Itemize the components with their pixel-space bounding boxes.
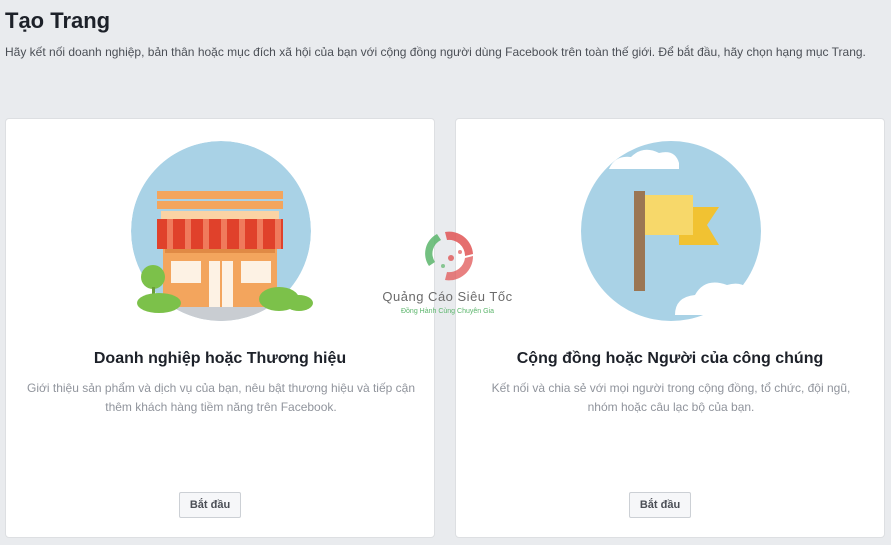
card-description: Kết nối và chia sẻ với mọi người trong c… (491, 381, 851, 414)
card-title: Cộng đồng hoặc Người của công chúng (516, 350, 824, 367)
create-page-screen: Tạo Trang Hãy kết nối doanh nghiệp, bản … (0, 0, 891, 545)
community-public-figure-card[interactable]: Cộng đồng hoặc Người của công chúng Kết … (455, 118, 885, 538)
card-title: Doanh nghiệp hoặc Thương hiệu (93, 350, 347, 367)
storefront-icon (131, 141, 313, 321)
card-description: Giới thiệu sản phẩm và dịch vụ của bạn, … (26, 381, 415, 414)
get-started-button-community[interactable]: Bắt đầu (629, 492, 691, 518)
business-brand-card[interactable]: Doanh nghiệp hoặc Thương hiệu Giới thiệu… (5, 118, 435, 538)
page-description: Hãy kết nối doanh nghiệp, bản thân hoặc … (5, 45, 866, 59)
get-started-button-business[interactable]: Bắt đầu (179, 492, 241, 518)
flag-icon (581, 141, 763, 321)
page-title: Tạo Trang (5, 8, 111, 33)
